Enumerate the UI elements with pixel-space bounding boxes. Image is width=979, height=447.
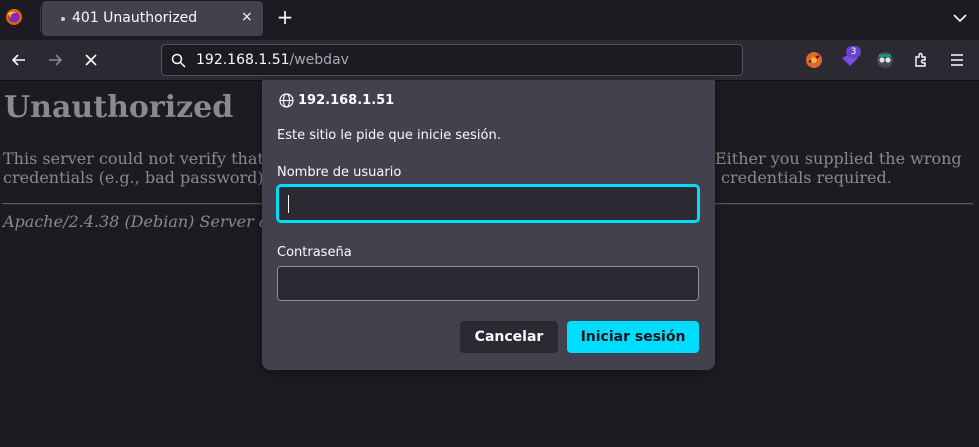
extensions-puzzle-icon[interactable] (911, 50, 931, 70)
page-heading: Unauthorized (4, 90, 234, 125)
text-caret (288, 195, 289, 213)
server-address: Apache/2.4.38 (Debian) Server a (3, 212, 269, 231)
back-arrow-icon[interactable] (9, 50, 29, 70)
url-path: /webdav (289, 52, 349, 68)
firefox-logo-icon[interactable] (5, 8, 23, 26)
stop-loading-icon[interactable] (81, 50, 101, 70)
tab-strip: 401 Unauthorized × + (0, 0, 979, 40)
page-text-line2-right: credentials required. (721, 168, 892, 187)
tab-active[interactable]: 401 Unauthorized × (42, 1, 263, 36)
search-icon (171, 53, 186, 68)
url-bar[interactable]: 192.168.1.51/webdav (161, 44, 743, 76)
forward-arrow-icon[interactable] (45, 50, 65, 70)
cancel-button[interactable]: Cancelar (460, 321, 558, 353)
menu-hamburger-icon[interactable] (947, 50, 967, 70)
extension-badge-count: 3 (846, 46, 861, 58)
page-text-line2-left: credentials (e.g., bad password) (3, 168, 264, 187)
new-tab-button[interactable]: + (275, 7, 295, 29)
page-text-line1-right: Either you supplied the wrong (715, 149, 962, 168)
url-host: 192.168.1.51 (196, 52, 290, 68)
extension-glasses-icon[interactable] (875, 50, 895, 70)
tab-separator (40, 6, 41, 32)
navigation-toolbar: 192.168.1.51/webdav (0, 40, 979, 81)
dialog-message: Este sitio le pide que inicie sesión. (277, 128, 501, 143)
tab-close-icon[interactable]: × (241, 9, 253, 25)
list-all-tabs-chevron-down-icon[interactable] (952, 10, 968, 26)
username-input[interactable] (276, 184, 700, 223)
password-label: Contraseña (277, 245, 352, 260)
login-button[interactable]: Iniciar sesión (567, 321, 699, 353)
dialog-host: 192.168.1.51 (298, 93, 395, 108)
url-text[interactable]: 192.168.1.51/webdav (196, 52, 349, 68)
password-input[interactable] (277, 266, 699, 301)
globe-icon (279, 93, 294, 108)
username-label: Nombre de usuario (277, 165, 402, 180)
extension-fox-icon[interactable] (804, 50, 824, 70)
auth-dialog: 192.168.1.51 Este sitio le pide que inic… (262, 80, 715, 370)
tab-title: 401 Unauthorized (72, 10, 198, 26)
page-text-line1-left: This server could not verify that (3, 149, 264, 168)
tab-loading-dot-icon (61, 17, 65, 21)
